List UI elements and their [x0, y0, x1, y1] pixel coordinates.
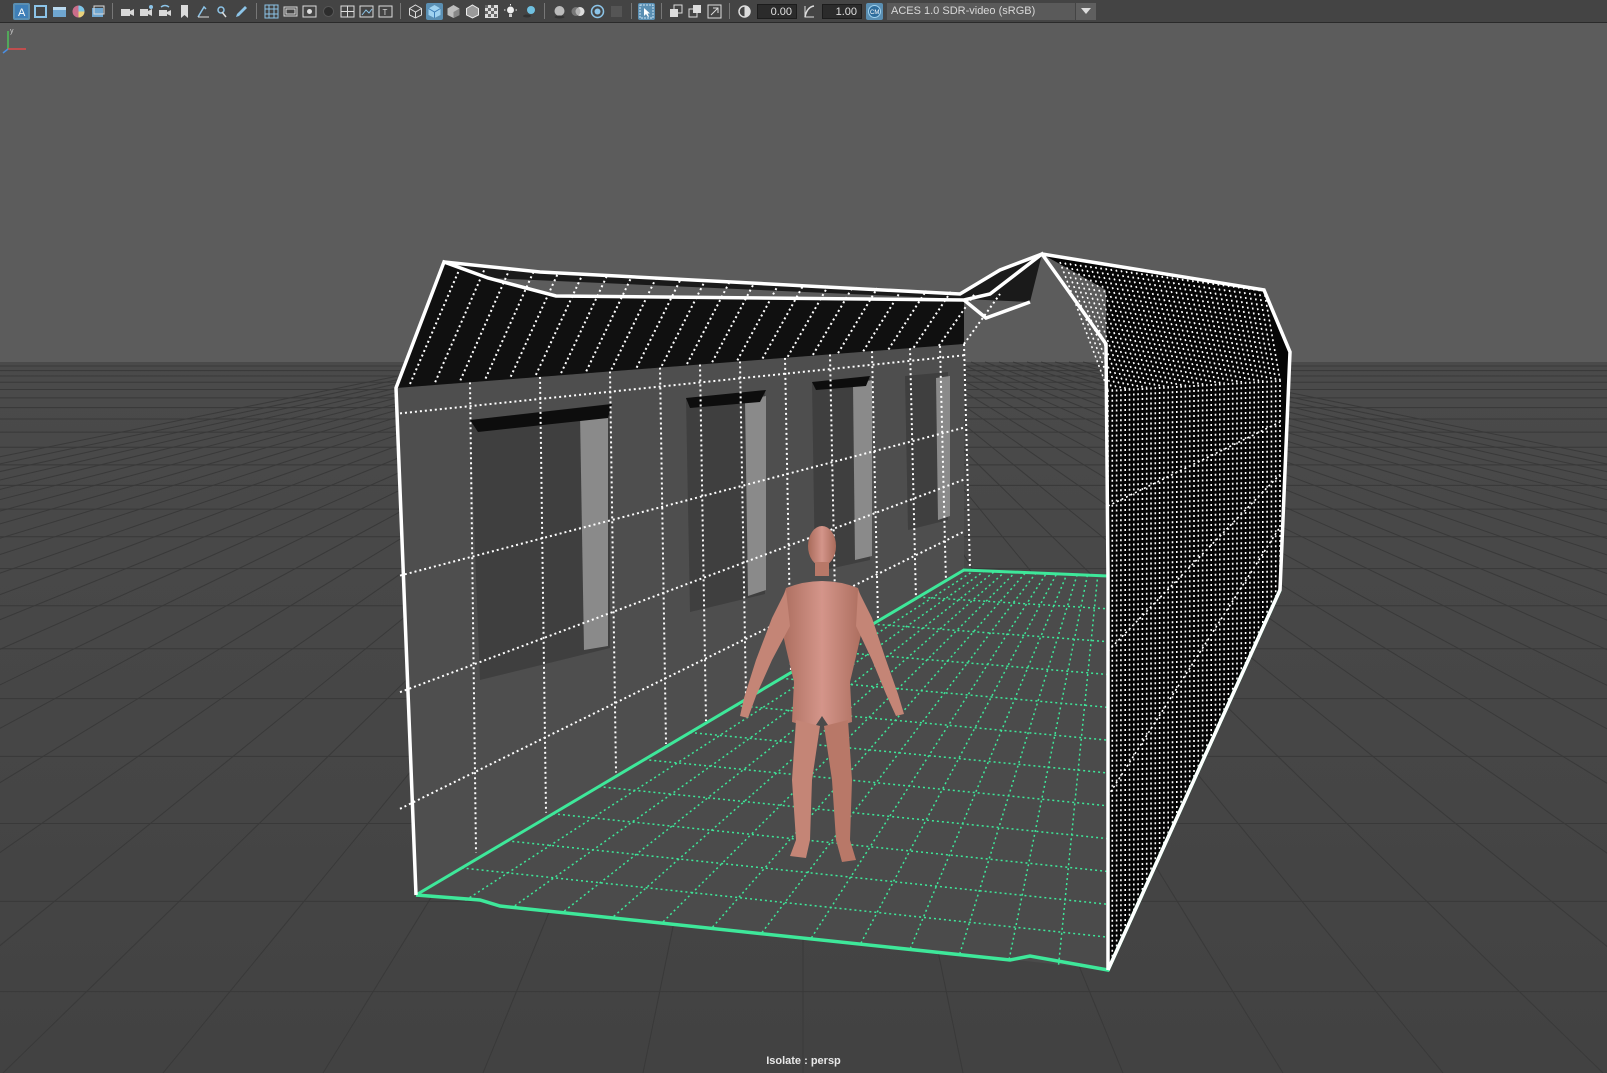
smooth-shade-icon[interactable] — [426, 2, 443, 20]
scene-canvas — [0, 23, 1607, 1073]
motion-blur-icon[interactable] — [570, 3, 587, 20]
ambient-occlusion-icon[interactable] — [551, 3, 568, 20]
shade-default-icon[interactable] — [445, 3, 462, 20]
camera-tumble-icon[interactable] — [157, 3, 174, 20]
pencil-icon[interactable] — [233, 3, 250, 20]
camera-sequence-icon[interactable] — [138, 3, 155, 20]
lights-icon[interactable] — [502, 3, 519, 20]
shadows-icon[interactable] — [521, 3, 538, 20]
exposure-field[interactable]: 0.00 — [757, 3, 797, 19]
toolbar-separator — [631, 3, 632, 19]
toolbar-separator — [400, 3, 401, 19]
toolbar-separator — [544, 3, 545, 19]
select-camera-icon[interactable]: A — [13, 2, 30, 20]
toolbar-separator — [661, 3, 662, 19]
move-icon[interactable] — [214, 3, 231, 20]
camera-tools-icon[interactable] — [119, 3, 136, 20]
toolbar-separator — [729, 3, 730, 19]
gate-mask-icon[interactable] — [320, 3, 337, 20]
snap-icon[interactable] — [195, 3, 212, 20]
xray-icon[interactable] — [483, 3, 500, 20]
toolbar-separator — [256, 3, 257, 19]
safe-title-icon[interactable]: T — [377, 3, 394, 20]
xray-active-icon[interactable] — [687, 3, 704, 20]
axis-gizmo: y — [2, 28, 26, 54]
isolate-select-icon[interactable] — [638, 2, 655, 20]
xray-joints-icon[interactable] — [668, 3, 685, 20]
toolbar-separator — [112, 3, 113, 19]
chevron-down-icon — [1081, 8, 1091, 14]
perspective-viewport[interactable]: y — [0, 23, 1607, 1073]
2d-pan-zoom-icon[interactable] — [89, 3, 106, 20]
bookmarks-icon[interactable] — [51, 3, 68, 20]
depth-icon[interactable] — [608, 3, 625, 20]
resolution-gate-icon[interactable] — [301, 3, 318, 20]
image-plane-icon[interactable] — [70, 3, 87, 20]
axis-y-label: y — [10, 28, 14, 35]
antialias-icon[interactable] — [589, 3, 606, 20]
color-management-icon[interactable]: CM — [866, 2, 883, 20]
toolbar-group-camera: A T 0.00 1.00 CM ACES 1.0 SDR-video (sRG… — [12, 0, 1096, 23]
viewport-panel-label: Isolate : persp — [766, 1055, 841, 1067]
bookmark-icon[interactable] — [176, 3, 193, 20]
svg-text:T: T — [383, 8, 388, 17]
gamma-field[interactable]: 1.00 — [822, 3, 862, 19]
viewport-toolbar: A T 0.00 1.00 CM ACES 1.0 SDR-video (sRG… — [0, 0, 1607, 23]
wireframe-on-shaded-icon[interactable] — [464, 3, 481, 20]
image-plane-toggle-icon[interactable] — [706, 3, 723, 20]
view-transform-dropdown[interactable] — [1076, 2, 1096, 20]
svg-text:A: A — [18, 7, 26, 19]
view-transform-select[interactable]: ACES 1.0 SDR-video (sRGB) — [887, 2, 1075, 20]
exposure-icon[interactable] — [736, 3, 753, 20]
grid-icon[interactable] — [263, 3, 280, 20]
gamma-icon[interactable] — [801, 3, 818, 20]
wireframe-icon[interactable] — [407, 3, 424, 20]
svg-text:CM: CM — [870, 10, 879, 16]
film-gate-icon[interactable] — [282, 3, 299, 20]
camera-attributes-icon[interactable] — [32, 3, 49, 20]
safe-action-icon[interactable] — [358, 3, 375, 20]
field-chart-icon[interactable] — [339, 3, 356, 20]
